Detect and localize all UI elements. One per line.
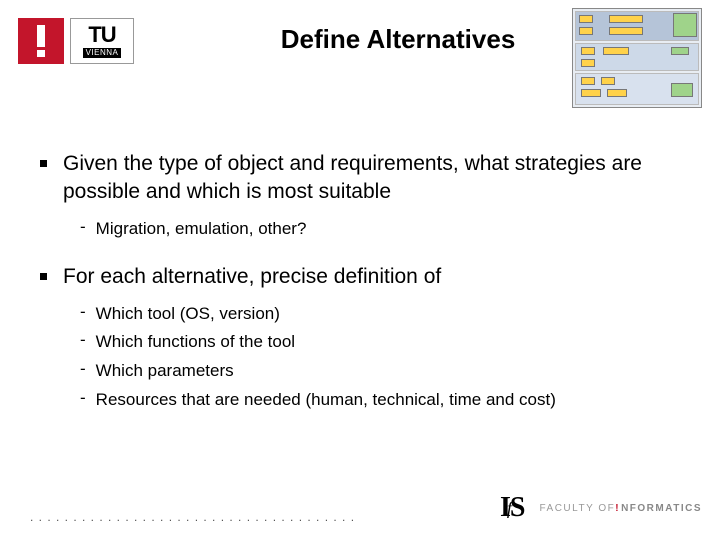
sub-bullet-text: Resources that are needed (human, techni… (96, 388, 556, 413)
footer-dots: . . . . . . . . . . . . . . . . . . . . … (30, 510, 355, 524)
ifs-s: S (510, 492, 522, 523)
square-bullet-icon (40, 160, 47, 167)
logo-tu-vienna: TU VIENNA (70, 18, 134, 64)
sub-bullet-text: Which tool (OS, version) (96, 302, 280, 327)
exclaim-icon (32, 24, 50, 58)
logo-tu-text: TU (88, 24, 115, 46)
sub-bullet-text: Migration, emulation, other? (96, 217, 307, 242)
slide: TU VIENNA Define Alternatives Given the … (0, 0, 720, 540)
dash-icon: - (80, 359, 86, 379)
faculty-bang-icon: ! (615, 503, 620, 514)
bullet-item: Given the type of object and requirement… (40, 150, 680, 207)
sub-bullet-item: - Which parameters (80, 359, 680, 384)
sub-bullet-text: Which functions of the tool (96, 330, 295, 355)
faculty-label: FACULTY OF !NFORMATICS (539, 503, 702, 514)
sub-bullet-item: - Migration, emulation, other? (80, 217, 680, 242)
logo-vienna-text: VIENNA (83, 48, 122, 58)
sub-bullet-item: - Resources that are needed (human, tech… (80, 388, 680, 413)
footer-logos: IfS FACULTY OF !NFORMATICS (500, 492, 702, 524)
corner-diagram (572, 8, 702, 108)
faculty-word: NFORMATICS (621, 503, 702, 514)
square-bullet-icon (40, 273, 47, 280)
bullet-text: Given the type of object and requirement… (63, 150, 680, 207)
faculty-prefix: FACULTY OF (539, 503, 615, 514)
ifs-logo: IfS (500, 492, 522, 524)
dash-icon: - (80, 217, 86, 237)
content-area: Given the type of object and requirement… (40, 150, 680, 416)
sub-bullet-text: Which parameters (96, 359, 234, 384)
dash-icon: - (80, 388, 86, 408)
logo-exclaim (18, 18, 64, 64)
dash-icon: - (80, 302, 86, 322)
sub-bullet-item: - Which tool (OS, version) (80, 302, 680, 327)
bullet-item: For each alternative, precise definition… (40, 263, 680, 291)
bullet-text: For each alternative, precise definition… (63, 263, 441, 291)
footer: . . . . . . . . . . . . . . . . . . . . … (30, 492, 702, 524)
dash-icon: - (80, 330, 86, 350)
ifs-i: I (500, 492, 507, 523)
sub-bullet-item: - Which functions of the tool (80, 330, 680, 355)
